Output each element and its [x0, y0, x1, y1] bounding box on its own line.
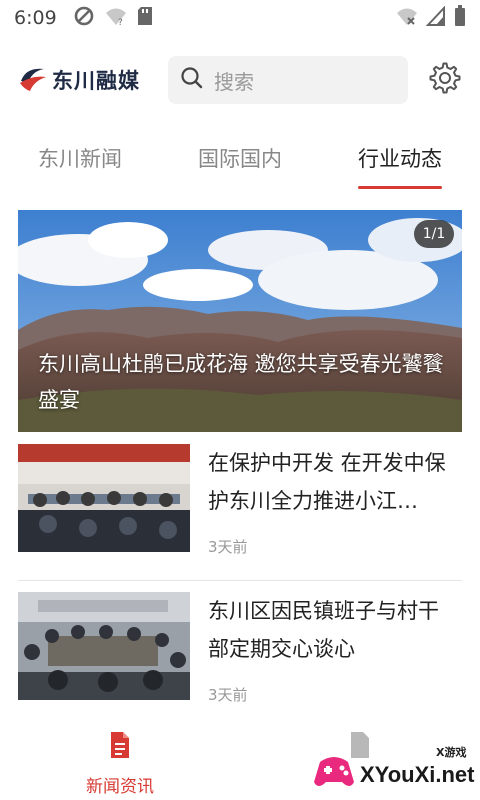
app-header: 东川融媒 搜索	[0, 52, 480, 108]
cell-signal-icon	[425, 5, 446, 30]
tab-dongchuan-news[interactable]: 东川新闻	[18, 128, 142, 188]
gamepad-logo-icon	[310, 748, 358, 800]
status-time: 6:09	[14, 7, 57, 29]
app-logo[interactable]: 东川融媒	[18, 63, 158, 97]
news-time: 3天前	[208, 538, 248, 556]
tab-domestic-international[interactable]: 国际国内	[178, 128, 302, 188]
nav-item-news[interactable]: 新闻资讯	[60, 730, 180, 800]
status-left-icons: ?	[73, 5, 153, 31]
search-icon	[180, 66, 204, 94]
sd-card-icon	[137, 6, 153, 30]
battery-icon	[454, 5, 466, 31]
news-title: 东川区因民镇班子与村干部定期交心谈心	[208, 599, 439, 661]
list-divider	[18, 580, 462, 581]
news-time: 3天前	[208, 686, 248, 704]
category-tabs: 东川新闻 国际国内 行业动态	[0, 128, 480, 192]
svg-text:?: ?	[118, 18, 123, 26]
image-counter-badge: 1/1	[414, 220, 454, 248]
news-thumbnail	[18, 444, 190, 552]
news-document-icon	[107, 730, 133, 764]
logo-text: 东川融媒	[52, 69, 140, 93]
gear-icon	[429, 62, 461, 98]
status-right-icons	[396, 5, 466, 31]
wifi-off-icon	[396, 6, 418, 30]
news-list-item[interactable]: 在保护中开发 在开发中保护东川全力推进小江… 3天前	[18, 444, 462, 562]
logo-mark-icon	[18, 63, 48, 97]
settings-button[interactable]	[428, 62, 462, 98]
tab-industry-news[interactable]: 行业动态	[338, 128, 462, 188]
news-list-item[interactable]: 东川区因民镇班子与村干部定期交心谈心 3天前	[18, 592, 462, 710]
wifi-unknown-icon: ?	[105, 6, 127, 30]
search-input[interactable]: 搜索	[168, 56, 408, 104]
watermark-text: XYouXi.net	[360, 762, 475, 787]
featured-news-card[interactable]: 1/1 东川高山杜鹃已成花海 邀您共享受春光饕餮盛宴	[18, 210, 462, 432]
nav-item-label: 新闻资讯	[86, 777, 154, 797]
news-title: 在保护中开发 在开发中保护东川全力推进小江…	[208, 451, 446, 513]
search-placeholder: 搜索	[214, 69, 254, 94]
active-tab-indicator	[358, 186, 442, 189]
news-thumbnail	[18, 592, 190, 700]
status-bar: 6:09 ?	[0, 0, 480, 36]
watermark-small-text: X游戏	[436, 746, 467, 759]
do-not-disturb-icon	[73, 5, 95, 31]
featured-title: 东川高山杜鹃已成花海 邀您共享受春光饕餮盛宴	[38, 352, 444, 412]
site-watermark: X游戏 XYouXi.net	[308, 742, 480, 800]
